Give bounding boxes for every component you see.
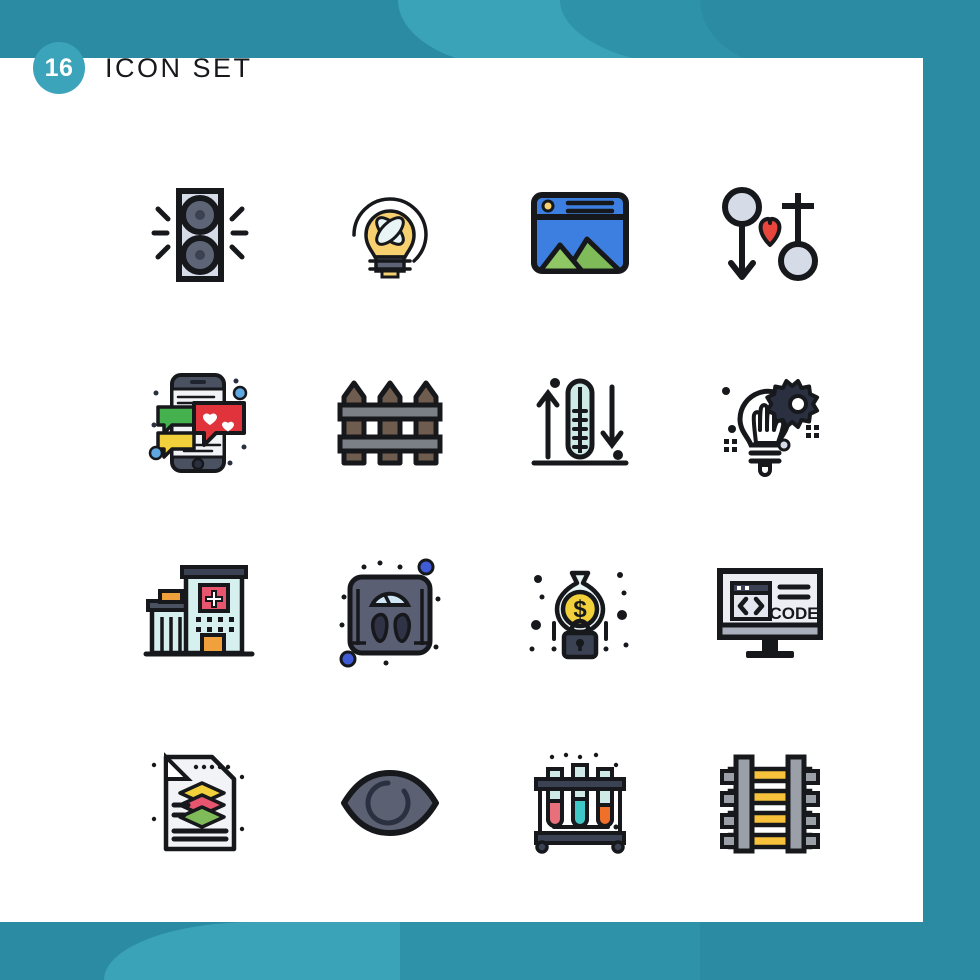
secure-money-icon: $ xyxy=(529,570,629,660)
mobile-chat-icon xyxy=(148,373,248,473)
icon-cell-fence[interactable] xyxy=(295,328,485,518)
icon-cell-hospital[interactable] xyxy=(105,518,295,708)
gender-love-icon xyxy=(722,187,818,281)
icon-cell-thermometer[interactable] xyxy=(485,328,675,518)
icon-cell-test-tubes[interactable] xyxy=(485,708,675,898)
header: 16 ICON SET xyxy=(33,42,253,94)
icon-cell-secure-money[interactable]: $ xyxy=(485,518,675,708)
test-tubes-icon xyxy=(534,752,626,854)
code-monitor-icon: CODE xyxy=(717,568,823,658)
image-gallery-icon xyxy=(531,192,629,274)
hospital-icon xyxy=(143,565,255,657)
icon-cell-code-monitor[interactable]: CODE xyxy=(675,518,865,708)
icon-count-badge: 16 xyxy=(33,42,85,94)
icon-cell-document-layers[interactable] xyxy=(105,708,295,898)
icon-cell-mobile-chat[interactable] xyxy=(105,328,295,518)
icon-cell-bulb-gear[interactable] xyxy=(675,328,865,518)
poster-canvas: 16 ICON SET $ CODE xyxy=(0,0,980,980)
icon-cell-weight-scale[interactable] xyxy=(295,518,485,708)
icon-set-card: 16 ICON SET $ CODE xyxy=(0,42,923,922)
decor-bottom-mid xyxy=(400,922,720,980)
icon-cell-speaker[interactable] xyxy=(105,138,295,328)
speaker-icon xyxy=(151,188,249,282)
eye-icon xyxy=(341,770,439,836)
code-monitor-label: CODE xyxy=(769,604,818,623)
icon-cell-idea-bulb[interactable] xyxy=(295,138,485,328)
icon-grid: $ CODE xyxy=(105,138,865,898)
icon-cell-railroad-track[interactable] xyxy=(675,708,865,898)
decor-bottom-dark xyxy=(700,922,980,980)
fence-icon xyxy=(337,380,443,466)
weight-scale-icon xyxy=(339,558,441,668)
icon-cell-gender-love[interactable] xyxy=(675,138,865,328)
railroad-track-icon xyxy=(720,754,820,854)
icon-cell-eye[interactable] xyxy=(295,708,485,898)
decor-right-band xyxy=(923,0,980,980)
idea-bulb-icon xyxy=(352,197,428,279)
icon-cell-image-gallery[interactable] xyxy=(485,138,675,328)
page-title: ICON SET xyxy=(105,52,253,83)
thermometer-icon xyxy=(531,378,629,466)
document-layers-icon xyxy=(151,752,245,852)
bulb-gear-icon xyxy=(722,379,820,477)
